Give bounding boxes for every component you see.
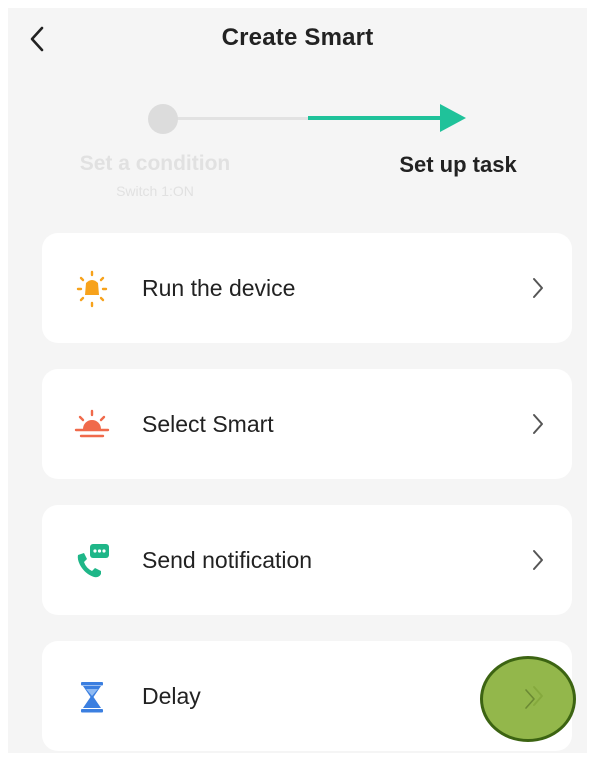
stepper-track-inactive (166, 117, 316, 120)
task-card-select-smart[interactable]: Select Smart (42, 369, 572, 479)
chevron-right-icon (528, 681, 548, 711)
step2-label: Set up task (399, 152, 517, 177)
stepper-track-active (308, 116, 448, 120)
task-label: Select Smart (142, 411, 274, 437)
sun-device-icon (72, 269, 112, 309)
chevron-right-icon (528, 545, 548, 575)
step1-label[interactable]: Set a condition (70, 152, 240, 176)
step1-subtitle: Switch 1:ON (116, 183, 194, 199)
task-card-delay[interactable]: Delay (42, 641, 572, 751)
task-label: Delay (142, 683, 201, 709)
phone-message-icon (72, 541, 112, 581)
task-card-send-notification[interactable]: Send notification (42, 505, 572, 615)
hourglass-icon (72, 677, 112, 717)
create-smart-screen: Create Smart Set a condition Switch 1:ON… (8, 8, 587, 753)
task-label: Run the device (142, 275, 296, 301)
page-title: Create Smart (221, 24, 374, 51)
chevron-right-icon (528, 409, 548, 439)
chevron-right-icon (528, 273, 548, 303)
stepper-arrow-icon (440, 104, 466, 132)
stepper-dot-step1 (148, 104, 178, 134)
task-label: Send notification (142, 547, 313, 573)
sunrise-icon (72, 405, 112, 445)
task-card-run-device[interactable]: Run the device (42, 233, 572, 343)
